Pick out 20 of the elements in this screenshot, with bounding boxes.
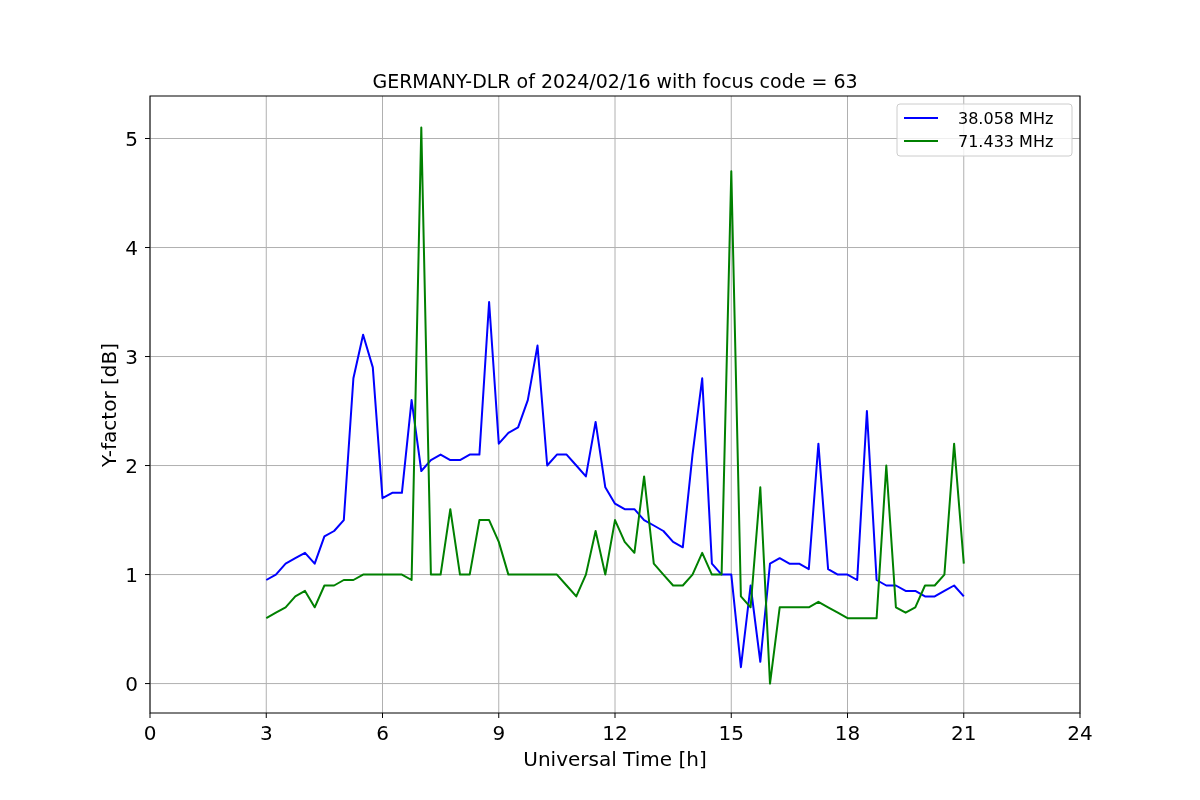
chart-title: GERMANY-DLR of 2024/02/16 with focus code = 63 [372,70,858,92]
tick-label: 3 [125,344,138,369]
tick-label: 0 [143,721,157,745]
tick-label: 15 [718,721,744,745]
axis-label: Y-factor [dB] [97,343,121,467]
tick-label: 6 [376,721,389,745]
tick-label: 3 [259,721,273,745]
tick-label: 2 [125,453,138,478]
legend-label: 38.058 MHz [958,109,1054,128]
tick-label: 1 [125,562,138,587]
tick-label: 0 [125,671,138,696]
tick-label: 5 [125,126,138,151]
axis-label: Universal Time [h] [523,747,707,771]
tick-label: 18 [834,721,861,745]
tick-label: 24 [1067,721,1093,745]
legend-label: 71.433 MHz [958,132,1054,151]
tick-label: 12 [602,721,628,745]
tick-label: 9 [492,721,506,745]
tick-label: 21 [951,721,977,745]
tick-label: 4 [125,235,138,260]
